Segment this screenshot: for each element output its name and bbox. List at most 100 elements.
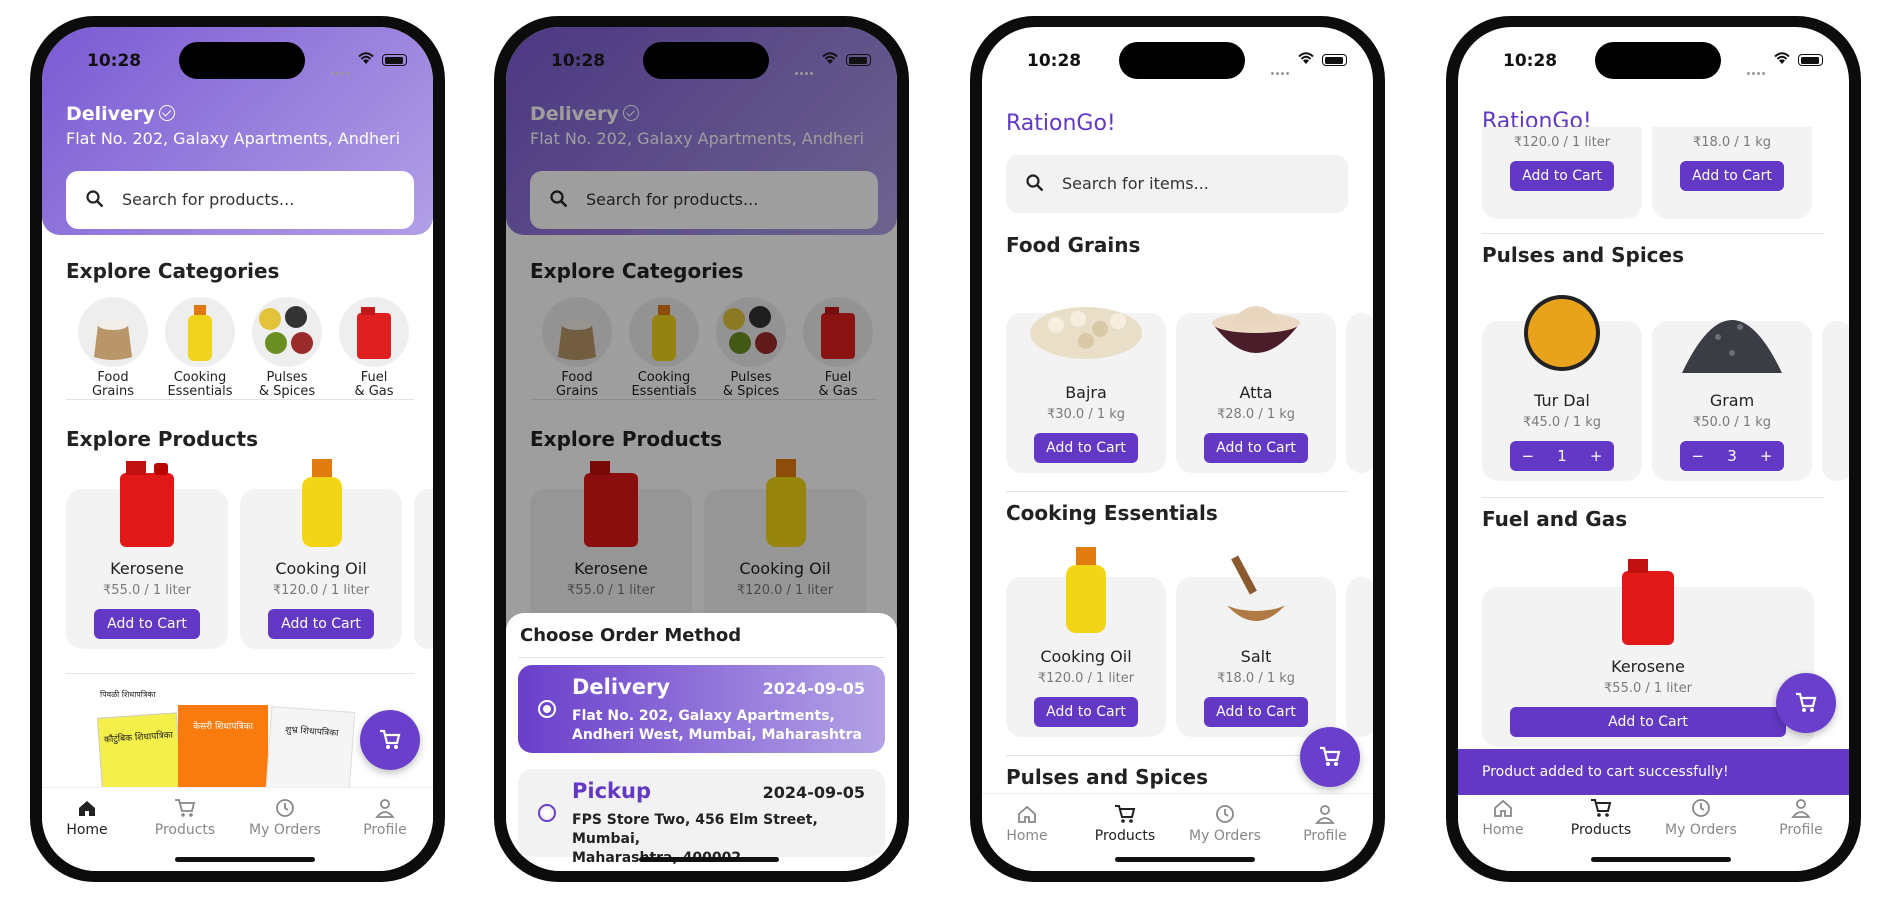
nav-label: Profile — [1779, 822, 1823, 838]
add-to-cart-button[interactable]: Add to Cart — [1204, 697, 1308, 727]
cart-added-screen: 10:28 RationGo! ₹120.0 / 1 liter Add to … — [1458, 27, 1849, 871]
divider — [1006, 491, 1348, 492]
product-price: ₹28.0 / 1 kg — [1216, 407, 1296, 422]
snackbar-toast: Product added to cart successfully! — [1458, 749, 1849, 795]
product-name: Atta — [1239, 383, 1273, 402]
nav-my-orders[interactable]: My Orders — [1656, 798, 1746, 838]
product-card-cooking-oil: Cooking Oil ₹120.0 / 1 liter Add to Cart — [1006, 547, 1166, 737]
nav-products[interactable]: Products — [140, 798, 230, 838]
search-placeholder: Search for items... — [1062, 174, 1209, 193]
sheet-title: Choose Order Method — [520, 625, 742, 646]
search-icon — [86, 190, 104, 208]
nav-home[interactable]: Home — [1458, 798, 1548, 838]
profile-icon — [1315, 805, 1335, 824]
product-card-bajra: Bajra ₹30.0 / 1 kg Add to Cart — [1006, 307, 1166, 473]
category-food-grains[interactable]: Food Grains — [72, 297, 154, 399]
status-bar: 10:28 — [1458, 27, 1849, 87]
delivery-option[interactable]: Delivery 2024-09-05 Flat No. 202, Galaxy… — [518, 665, 885, 753]
product-card-partial — [414, 489, 433, 649]
product-price: ₹120.0 / 1 liter — [272, 583, 370, 598]
kerosene-can-image — [1622, 559, 1674, 645]
option-address: Flat No. 202, Galaxy Apartments, Andheri … — [572, 707, 862, 745]
home-screen: 10:28 Delivery Flat No. 202, Galaxy Apar… — [42, 27, 433, 871]
nav-profile[interactable]: Profile — [1756, 798, 1846, 838]
decrement-button[interactable]: − — [1692, 441, 1705, 471]
tur-dal-image — [1524, 295, 1600, 371]
nav-my-orders[interactable]: My Orders — [240, 798, 330, 838]
category-cooking-essentials[interactable]: Cooking Essentials — [159, 297, 241, 399]
profile-icon — [1791, 799, 1811, 818]
search-input[interactable]: Search for products... — [66, 171, 414, 229]
home-indicator — [1115, 857, 1255, 862]
nav-products[interactable]: Products — [1080, 804, 1170, 844]
ration-cards-banner[interactable]: कौटुंबिक शिधापत्रिका केसरी शिधापत्रिका श… — [96, 690, 370, 808]
cart-fab-button[interactable] — [1776, 673, 1836, 733]
home-icon — [79, 801, 95, 816]
category-fuel-gas[interactable]: Fuel & Gas — [333, 297, 415, 399]
wifi-icon — [1298, 52, 1314, 64]
nav-profile[interactable]: Profile — [340, 798, 430, 838]
nav-label: My Orders — [1189, 828, 1261, 844]
pickup-option[interactable]: Pickup 2024-09-05 FPS Store Two, 456 Elm… — [518, 769, 885, 866]
category-label: & Gas — [354, 384, 394, 399]
oil-bottle-image — [1066, 547, 1106, 633]
product-price: ₹18.0 / 1 kg — [1692, 135, 1772, 150]
divider — [1482, 497, 1824, 498]
signal-icon — [795, 60, 815, 79]
add-to-cart-button[interactable]: Add to Cart — [1680, 161, 1784, 191]
phone-cart-added: 10:28 RationGo! ₹120.0 / 1 liter Add to … — [1446, 16, 1861, 882]
cart-fab-button[interactable] — [360, 710, 420, 770]
add-to-cart-button[interactable]: Add to Cart — [1034, 697, 1138, 727]
add-to-cart-button[interactable]: Add to Cart — [1510, 707, 1786, 737]
nav-home[interactable]: Home — [42, 798, 132, 838]
kerosene-can-image — [120, 461, 174, 547]
add-to-cart-button[interactable]: Add to Cart — [268, 609, 374, 639]
search-input[interactable]: Search for items... — [1006, 155, 1348, 213]
product-price: ₹50.0 / 1 kg — [1692, 415, 1772, 430]
product-card-kerosene: Kerosene ₹55.0 / 1 liter Add to Cart — [1482, 559, 1814, 747]
option-title: Delivery — [572, 675, 671, 699]
nav-profile[interactable]: Profile — [1280, 804, 1370, 844]
nav-my-orders[interactable]: My Orders — [1180, 804, 1270, 844]
nav-products[interactable]: Products — [1556, 798, 1646, 838]
cart-icon — [175, 799, 196, 817]
delivery-selector[interactable]: Delivery — [66, 103, 175, 125]
history-icon — [1692, 799, 1710, 817]
product-card-partial-top: ₹120.0 / 1 liter Add to Cart — [1482, 127, 1642, 219]
add-to-cart-button[interactable]: Add to Cart — [1510, 161, 1614, 191]
product-name: Kerosene — [110, 559, 184, 578]
dynamic-island — [179, 42, 305, 79]
status-time: 10:28 — [87, 51, 142, 71]
jerrycan-icon — [357, 307, 391, 359]
oil-bottle-icon — [188, 305, 212, 361]
dynamic-island — [1119, 42, 1245, 79]
nav-label: My Orders — [1665, 822, 1737, 838]
battery-icon — [846, 54, 871, 66]
phone-order-method: 10:28 Delivery Flat No. 202, Galaxy Apar… — [494, 16, 909, 882]
decrement-button[interactable]: − — [1522, 441, 1535, 471]
add-to-cart-button[interactable]: Add to Cart — [1034, 433, 1138, 463]
cart-icon — [1591, 799, 1612, 817]
radio-icon — [538, 700, 556, 718]
add-to-cart-button[interactable]: Add to Cart — [94, 609, 200, 639]
quantity-value: 1 — [1557, 447, 1567, 465]
product-card-partial-top: ₹18.0 / 1 kg Add to Cart — [1652, 127, 1812, 219]
divider — [518, 657, 885, 658]
product-price: ₹55.0 / 1 liter — [103, 583, 191, 598]
cooking-essentials-title: Cooking Essentials — [1006, 501, 1218, 525]
increment-button[interactable]: + — [1760, 441, 1773, 471]
history-icon — [1216, 805, 1234, 823]
cart-fab-button[interactable] — [1300, 727, 1360, 787]
card-text: कौटुंबिक शिधापत्रिका — [103, 730, 174, 746]
status-time: 10:28 — [551, 51, 606, 71]
add-to-cart-button[interactable]: Add to Cart — [1204, 433, 1308, 463]
category-label: Pulses — [266, 370, 308, 385]
category-pulses-spices[interactable]: Pulses & Spices — [246, 297, 328, 399]
nav-label: My Orders — [249, 822, 321, 838]
nav-label: Home — [1482, 822, 1524, 838]
nav-home[interactable]: Home — [982, 804, 1072, 844]
grain-sack-icon — [94, 320, 132, 360]
divider — [1482, 233, 1824, 234]
nav-label: Products — [1570, 822, 1632, 838]
increment-button[interactable]: + — [1590, 441, 1603, 471]
